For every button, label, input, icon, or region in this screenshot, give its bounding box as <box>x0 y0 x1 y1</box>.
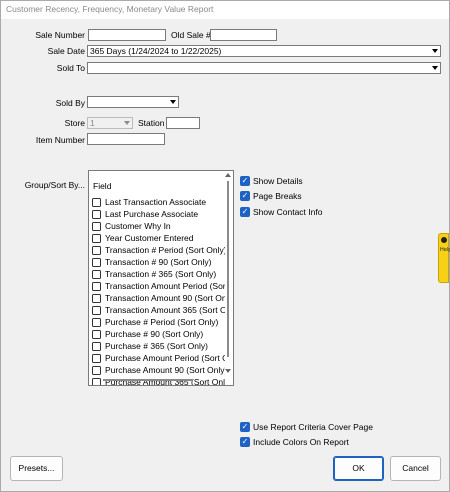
page-breaks-label: Page Breaks <box>253 191 302 201</box>
include-colors-label: Include Colors On Report <box>253 437 349 447</box>
checkbox[interactable] <box>92 197 101 207</box>
show-details-label: Show Details <box>253 176 303 186</box>
show-details-checkbox[interactable]: ✓ Show Details <box>240 176 303 186</box>
sale-number-input[interactable] <box>88 29 166 41</box>
list-item[interactable]: Year Customer Entered <box>92 232 225 244</box>
help-icon <box>441 237 447 243</box>
store-value: 1 <box>90 118 95 128</box>
sold-to-label: Sold To <box>56 63 85 73</box>
sold-to-dropdown[interactable] <box>87 62 441 74</box>
checkmark-icon: ✓ <box>240 176 250 186</box>
group-sort-listbox[interactable]: Field Last Transaction Associate Last Pu… <box>88 170 234 386</box>
scroll-thumb[interactable] <box>227 181 229 357</box>
ok-button[interactable]: OK <box>333 456 384 481</box>
checkbox[interactable] <box>92 245 101 255</box>
checkmark-icon: ✓ <box>240 437 250 447</box>
list-item[interactable]: Purchase Amount 90 (Sort Only) <box>92 364 225 376</box>
help-tab-label: Help <box>440 247 450 253</box>
sale-number-label: Sale Number <box>35 30 85 40</box>
list-item[interactable]: Purchase # Period (Sort Only) <box>92 316 225 328</box>
station-input[interactable] <box>166 117 200 129</box>
checkbox[interactable] <box>92 221 101 231</box>
show-contact-info-checkbox[interactable]: ✓ Show Contact Info <box>240 207 322 217</box>
old-sale-input[interactable] <box>210 29 277 41</box>
checkbox[interactable] <box>92 293 101 303</box>
vertical-scrollbar[interactable] <box>224 173 232 373</box>
checkbox[interactable] <box>92 329 101 339</box>
report-dialog: Customer Recency, Frequency, Monetary Va… <box>0 0 450 492</box>
group-sort-label: Group/Sort By... <box>24 180 85 190</box>
checkbox[interactable] <box>92 365 101 375</box>
show-contact-info-label: Show Contact Info <box>253 207 323 217</box>
scroll-thumb[interactable] <box>103 379 193 381</box>
checkbox[interactable] <box>92 317 101 327</box>
list-item[interactable]: Last Transaction Associate <box>92 196 225 208</box>
list-item[interactable]: Transaction # 90 (Sort Only) <box>92 256 225 268</box>
scroll-down-icon[interactable] <box>225 369 231 373</box>
list-item[interactable]: Purchase # 365 (Sort Only) <box>92 340 225 352</box>
list-item[interactable]: Last Purchase Associate <box>92 208 225 220</box>
sale-date-value: 365 Days (1/24/2024 to 1/22/2025) <box>90 46 222 56</box>
sold-by-dropdown[interactable] <box>87 96 179 108</box>
checkbox[interactable] <box>92 353 101 363</box>
item-number-label: Item Number <box>35 135 85 145</box>
window-title: Customer Recency, Frequency, Monetary Va… <box>1 1 449 19</box>
list-item[interactable]: Purchase # 90 (Sort Only) <box>92 328 225 340</box>
old-sale-label: Old Sale # <box>171 30 211 40</box>
sold-by-label: Sold By <box>55 98 85 108</box>
field-column-header: Field <box>93 181 112 191</box>
checkmark-icon: ✓ <box>240 191 250 201</box>
chevron-down-icon <box>170 100 176 104</box>
store-dropdown[interactable]: 1 <box>87 117 133 129</box>
chevron-down-icon <box>124 121 130 125</box>
checkmark-icon: ✓ <box>240 422 250 432</box>
use-cover-page-checkbox[interactable]: ✓ Use Report Criteria Cover Page <box>240 422 373 432</box>
checkbox[interactable] <box>92 257 101 267</box>
station-label: Station <box>138 118 165 128</box>
checkmark-icon: ✓ <box>240 207 250 217</box>
include-colors-checkbox[interactable]: ✓ Include Colors On Report <box>240 437 349 447</box>
scroll-up-icon[interactable] <box>225 173 231 177</box>
sale-date-dropdown[interactable]: 365 Days (1/24/2024 to 1/22/2025) <box>87 45 441 57</box>
checkbox[interactable] <box>92 269 101 279</box>
checkbox[interactable] <box>92 233 101 243</box>
item-number-input[interactable] <box>87 133 165 145</box>
list-item[interactable]: Transaction Amount 365 (Sort Only) <box>92 304 225 316</box>
sale-date-label: Sale Date <box>47 46 85 56</box>
list-item[interactable]: Transaction Amount 90 (Sort Only) <box>92 292 225 304</box>
list-item[interactable]: Transaction # 365 (Sort Only) <box>92 268 225 280</box>
chevron-down-icon <box>432 66 438 70</box>
checkbox[interactable] <box>92 281 101 291</box>
group-sort-list: Last Transaction Associate Last Purchase… <box>92 196 225 385</box>
page-breaks-checkbox[interactable]: ✓ Page Breaks <box>240 191 302 201</box>
checkbox[interactable] <box>92 305 101 315</box>
checkbox[interactable] <box>92 341 101 351</box>
list-item[interactable]: Customer Why In <box>92 220 225 232</box>
list-item[interactable]: Purchase Amount Period (Sort Only) <box>92 352 225 364</box>
presets-button[interactable]: Presets... <box>10 456 63 481</box>
horizontal-scrollbar[interactable] <box>99 377 221 383</box>
store-label: Store <box>64 118 85 128</box>
chevron-down-icon <box>432 49 438 53</box>
use-cover-page-label: Use Report Criteria Cover Page <box>253 422 373 432</box>
list-item[interactable]: Transaction # Period (Sort Only) <box>92 244 225 256</box>
checkbox[interactable] <box>92 209 101 219</box>
cancel-button[interactable]: Cancel <box>390 456 441 481</box>
list-item[interactable]: Transaction Amount Period (Sort Only) <box>92 280 225 292</box>
help-tab[interactable]: Help <box>438 233 450 283</box>
